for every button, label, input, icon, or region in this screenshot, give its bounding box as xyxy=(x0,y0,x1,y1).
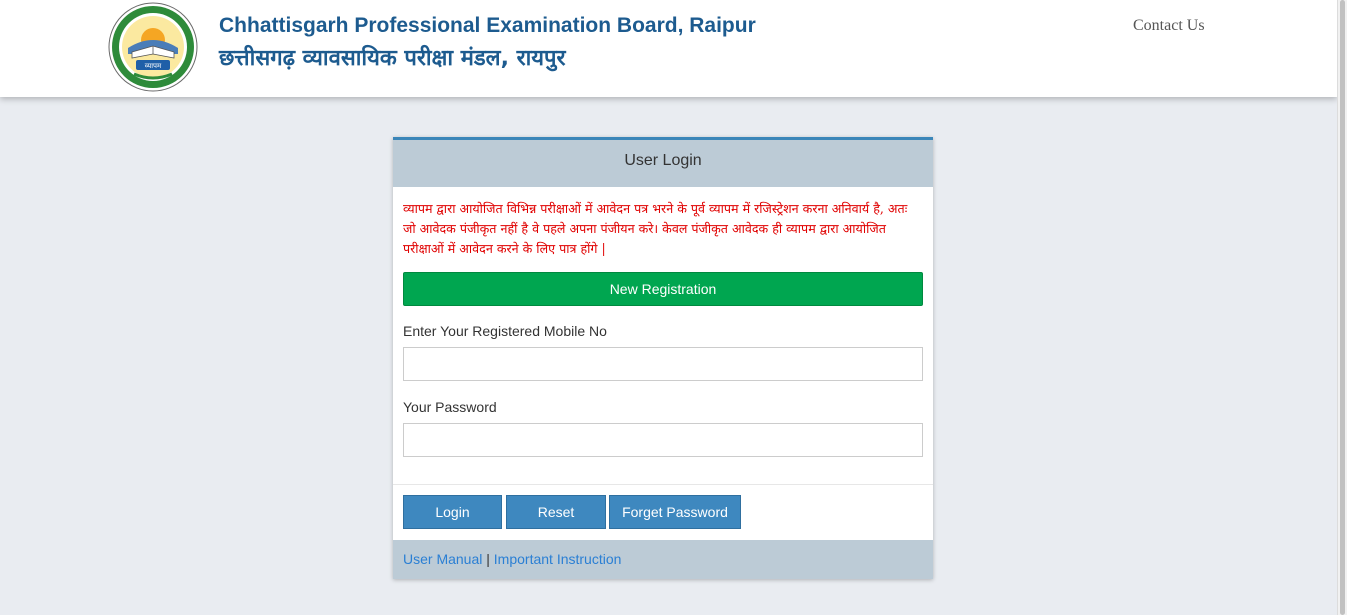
panel-body: व्यापम द्वारा आयोजित विभिन्न परीक्षाओं म… xyxy=(393,187,933,481)
registration-notice: व्यापम द्वारा आयोजित विभिन्न परीक्षाओं म… xyxy=(403,201,908,256)
forget-password-button[interactable]: Forget Password xyxy=(609,495,741,529)
mobile-input[interactable] xyxy=(403,347,923,381)
panel-footer: User Manual | Important Instruction xyxy=(393,540,933,579)
page: व्यापम Chhattisgarh Professional Examina… xyxy=(0,0,1337,615)
svg-text:व्यापम: व्यापम xyxy=(145,62,162,70)
footer-separator: | xyxy=(486,551,490,567)
vertical-scrollbar[interactable] xyxy=(1337,0,1347,615)
mobile-label: Enter Your Registered Mobile No xyxy=(403,323,607,339)
password-label: Your Password xyxy=(403,399,497,415)
login-panel: User Login व्यापम द्वारा आयोजित विभिन्न … xyxy=(393,137,933,579)
divider xyxy=(393,484,933,485)
password-input[interactable] xyxy=(403,423,923,457)
login-button[interactable]: Login xyxy=(403,495,502,529)
scrollbar-thumb[interactable] xyxy=(1340,0,1345,615)
new-registration-button[interactable]: New Registration xyxy=(403,272,923,306)
org-name-english: Chhattisgarh Professional Examination Bo… xyxy=(219,14,756,37)
contact-us-link[interactable]: Contact Us xyxy=(1133,17,1205,35)
user-manual-link[interactable]: User Manual xyxy=(403,551,482,567)
org-name-hindi: छत्तीसगढ़ व्यावसायिक परीक्षा मंडल, रायपु… xyxy=(219,46,566,71)
site-header: व्यापम Chhattisgarh Professional Examina… xyxy=(0,0,1337,97)
vyapam-logo-icon: व्यापम xyxy=(108,2,198,92)
panel-title: User Login xyxy=(393,140,933,187)
important-instruction-link[interactable]: Important Instruction xyxy=(494,551,622,567)
reset-button[interactable]: Reset xyxy=(506,495,606,529)
